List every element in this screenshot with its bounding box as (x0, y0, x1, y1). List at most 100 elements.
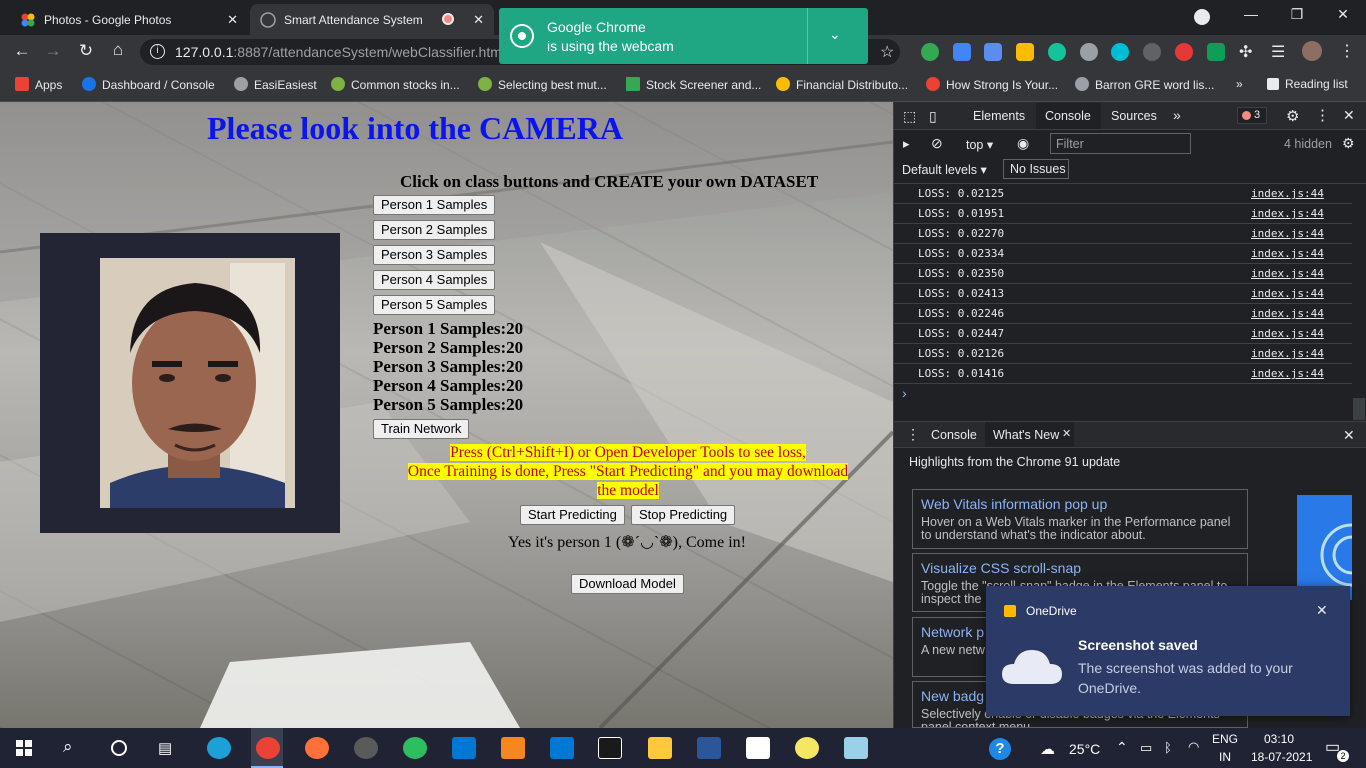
bookmark-star-icon[interactable]: ☆ (880, 42, 894, 62)
more-bookmarks-chevron[interactable]: » (1236, 77, 1243, 91)
close-window-icon[interactable]: ✕ (1323, 6, 1363, 23)
help-icon[interactable]: ? (989, 738, 1011, 760)
console-sidebar-icon[interactable]: ▸ (903, 136, 910, 152)
url-text[interactable]: 127.0.0.1:8887/attendanceSystem/webClass… (175, 44, 505, 60)
clock-date[interactable]: 18-07-2021 (1251, 750, 1312, 764)
tab-sources[interactable]: Sources (1111, 109, 1157, 123)
settings-gear-icon[interactable]: ⚙ (1286, 107, 1299, 125)
console-settings-gear-icon[interactable]: ⚙ (1342, 135, 1355, 152)
close-toast-icon[interactable]: ✕ (1316, 602, 1328, 619)
evernote-extension-icon[interactable] (921, 43, 939, 61)
tab-elements[interactable]: Elements (973, 109, 1025, 123)
tensorflow-icon[interactable] (501, 737, 525, 759)
more-tabs-chevron-icon[interactable]: » (1173, 107, 1181, 123)
close-tab-icon[interactable]: ✕ (473, 12, 484, 28)
task-view-icon[interactable]: ▤ (158, 739, 172, 757)
app-icon[interactable] (844, 737, 868, 759)
vscode-icon[interactable] (550, 737, 574, 759)
tab-smart-attendance[interactable]: Smart Attendance System ✕ (250, 4, 494, 35)
context-selector[interactable]: top ▾ (966, 137, 993, 152)
inspect-element-icon[interactable]: ⬚ (903, 108, 916, 125)
back-icon[interactable]: ← (11, 41, 33, 61)
tab-google-photos[interactable]: Photos - Google Photos ✕ (10, 4, 248, 35)
drive-extension-icon[interactable] (1016, 43, 1034, 61)
clear-console-icon[interactable]: ⊘ (931, 135, 943, 152)
close-drawer-icon[interactable]: ✕ (1343, 427, 1355, 444)
console-scrollbar[interactable] (1353, 398, 1365, 420)
translate-extension-icon[interactable] (984, 43, 1002, 61)
extensions-puzzle-icon[interactable]: ✣ (1239, 42, 1252, 62)
stop-predicting-button[interactable]: Stop Predicting (631, 505, 736, 525)
extension-icon[interactable] (1143, 43, 1161, 61)
bookmark-item[interactable]: How Strong Is Your... (926, 77, 1058, 92)
drawer-menu-kebab-icon[interactable]: ⋮ (906, 426, 920, 443)
bluetooth-icon[interactable]: ᛒ (1164, 740, 1172, 755)
person-1-samples-button[interactable]: Person 1 Samples (373, 195, 496, 215)
evernote-icon[interactable] (403, 737, 427, 759)
intellij-icon[interactable] (598, 737, 622, 759)
home-icon[interactable]: ⌂ (107, 40, 129, 60)
whats-new-card[interactable]: Web Vitals information pop up Hover on a… (912, 489, 1248, 549)
minimize-icon[interactable]: — (1231, 6, 1271, 22)
tab-console[interactable]: Console (1045, 109, 1091, 123)
close-tab-icon[interactable]: ✕ (227, 12, 238, 28)
download-model-button[interactable]: Download Model (571, 574, 684, 594)
show-hidden-icons-icon[interactable]: ⌃ (1116, 739, 1128, 756)
battery-icon[interactable]: ▭ (1140, 740, 1152, 756)
weather-temperature[interactable]: 25°C (1069, 741, 1100, 757)
reload-icon[interactable]: ↻ (75, 41, 97, 61)
close-devtools-icon[interactable]: ✕ (1343, 107, 1355, 124)
windows-start-icon[interactable] (16, 740, 32, 756)
profile-avatar[interactable] (1302, 41, 1322, 61)
bookmark-item[interactable]: Barron GRE word lis... (1075, 77, 1214, 92)
grammarly-extension-icon[interactable] (1048, 43, 1066, 61)
bookmark-apps[interactable]: Apps (15, 77, 62, 92)
chrome-icon[interactable] (256, 737, 280, 759)
cortana-icon[interactable] (111, 740, 127, 756)
device-toolbar-icon[interactable]: ▯ (929, 108, 937, 125)
wifi-icon[interactable]: ◠ (1188, 739, 1199, 755)
error-badge[interactable]: 3 (1237, 107, 1267, 124)
webcam-in-use-popup[interactable]: Google Chrome is using the webcam ⌄ (499, 8, 868, 64)
clock-time[interactable]: 03:10 (1264, 732, 1294, 746)
drawer-tab-whats-new[interactable]: What's New (993, 428, 1059, 442)
extension-icon[interactable] (1111, 43, 1129, 61)
obs-icon[interactable] (354, 737, 378, 759)
edge-icon[interactable] (207, 737, 231, 759)
file-explorer-icon[interactable] (648, 737, 672, 759)
region-indicator[interactable]: IN (1219, 750, 1231, 764)
bookmark-item[interactable]: Stock Screener and... (626, 77, 761, 92)
app-icon[interactable] (795, 737, 819, 759)
info-icon[interactable]: i (150, 44, 165, 59)
media-control-icon[interactable]: ☰ (1271, 42, 1285, 62)
train-network-button[interactable]: Train Network (373, 419, 470, 439)
bookmark-item[interactable]: Financial Distributo... (776, 77, 908, 92)
reading-list-button[interactable]: Reading list (1267, 77, 1348, 91)
console-filter-input[interactable]: Filter (1050, 133, 1191, 154)
chevron-down-icon[interactable]: ⌄ (829, 26, 841, 43)
drawer-tab-console[interactable]: Console (931, 428, 977, 442)
bookmark-item[interactable]: Dashboard / Console (82, 77, 215, 92)
menu-kebab-icon[interactable]: ⋮ (1339, 41, 1355, 61)
person-3-samples-button[interactable]: Person 3 Samples (373, 245, 496, 265)
language-indicator[interactable]: ENG (1212, 732, 1238, 746)
bookmark-item[interactable]: EasiEasiest (234, 77, 317, 92)
person-4-samples-button[interactable]: Person 4 Samples (373, 270, 496, 290)
person-2-samples-button[interactable]: Person 2 Samples (373, 220, 496, 240)
firefox-icon[interactable] (305, 737, 329, 759)
search-icon[interactable]: ⌕ (63, 737, 73, 757)
weather-cloud-icon[interactable]: ☁ (1040, 740, 1055, 758)
console-prompt[interactable]: › (902, 385, 907, 401)
more-options-kebab-icon[interactable]: ⋮ (1315, 106, 1330, 124)
issues-button[interactable]: No Issues (1003, 159, 1069, 179)
restore-icon[interactable]: ❐ (1277, 6, 1317, 23)
adblock-plus-icon[interactable] (1175, 43, 1193, 61)
extension-icon[interactable] (1207, 43, 1225, 61)
extension-icon[interactable] (1080, 43, 1098, 61)
log-levels-dropdown[interactable]: Default levels ▾ (902, 162, 987, 177)
word-icon[interactable] (697, 737, 721, 759)
start-predicting-button[interactable]: Start Predicting (520, 505, 625, 525)
live-expression-eye-icon[interactable]: ◉ (1017, 135, 1029, 152)
app-icon[interactable] (746, 737, 770, 759)
tab-search-icon[interactable] (1194, 9, 1210, 25)
